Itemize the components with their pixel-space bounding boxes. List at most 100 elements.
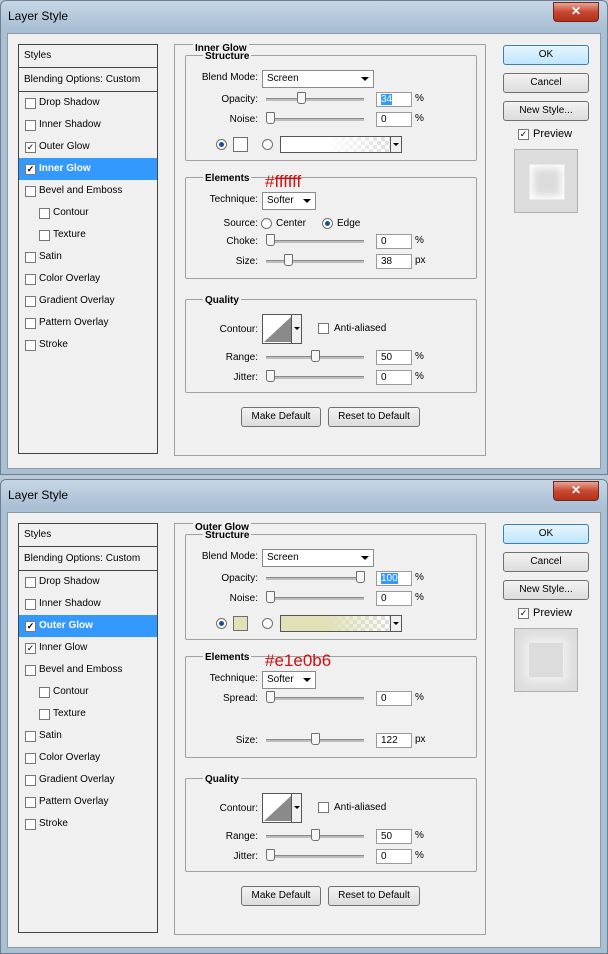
style-item-pattern-overlay[interactable]: Pattern Overlay (19, 791, 157, 813)
style-checkbox[interactable] (39, 709, 50, 720)
glow-color-swatch[interactable] (233, 137, 248, 152)
noise-input[interactable]: 0 (376, 591, 412, 606)
style-item-inner-shadow[interactable]: Inner Shadow (19, 593, 157, 615)
blend-mode-dropdown[interactable]: Screen (262, 70, 374, 88)
chevron-down-icon[interactable] (390, 137, 401, 152)
chevron-down-icon[interactable] (390, 616, 401, 631)
styles-header[interactable]: Styles (19, 45, 157, 68)
chevron-down-icon[interactable] (291, 794, 301, 822)
blending-options[interactable]: Blending Options: Custom (19, 69, 157, 92)
style-item-satin[interactable]: Satin (19, 725, 157, 747)
style-checkbox[interactable] (25, 599, 36, 610)
new-style-button[interactable]: New Style... (503, 101, 589, 121)
slider-thumb[interactable] (311, 829, 320, 841)
choke-spread-slider[interactable] (266, 691, 364, 704)
preview-checkbox[interactable]: ✓ (518, 129, 529, 140)
jitter-input[interactable]: 0 (376, 370, 412, 385)
slider-thumb[interactable] (297, 92, 306, 104)
opacity-slider[interactable] (266, 571, 365, 584)
opacity-slider[interactable] (266, 92, 364, 105)
jitter-slider[interactable] (266, 849, 364, 862)
style-checkbox[interactable]: ✓ (25, 621, 36, 632)
style-item-texture[interactable]: Texture (19, 703, 157, 725)
size-input[interactable]: 38 (376, 254, 412, 269)
style-checkbox[interactable] (25, 819, 36, 830)
noise-slider[interactable] (266, 591, 364, 604)
slider-thumb[interactable] (284, 254, 293, 266)
make-default-button[interactable]: Make Default (241, 886, 321, 906)
slider-thumb[interactable] (266, 591, 275, 603)
style-checkbox[interactable] (25, 186, 36, 197)
choke-spread-input[interactable]: 0 (376, 234, 412, 249)
styles-header[interactable]: Styles (19, 524, 157, 547)
technique-dropdown[interactable]: Softer (262, 671, 316, 689)
source-edge-radio[interactable] (322, 218, 333, 229)
opacity-input[interactable]: 100 (376, 571, 412, 586)
style-item-contour[interactable]: Contour (19, 202, 157, 224)
style-checkbox[interactable]: ✓ (25, 142, 36, 153)
style-item-outer-glow[interactable]: ✓ Outer Glow (19, 136, 157, 158)
style-checkbox[interactable] (25, 120, 36, 131)
style-checkbox[interactable] (25, 797, 36, 808)
style-item-bevel-and-emboss[interactable]: Bevel and Emboss (19, 180, 157, 202)
contour-picker[interactable] (262, 314, 302, 344)
slider-thumb[interactable] (311, 733, 320, 745)
size-slider[interactable] (266, 733, 364, 746)
noise-input[interactable]: 0 (376, 112, 412, 127)
gradient-picker[interactable] (280, 136, 402, 153)
range-slider[interactable] (266, 350, 364, 363)
style-checkbox[interactable] (25, 340, 36, 351)
style-checkbox[interactable] (25, 731, 36, 742)
style-item-color-overlay[interactable]: Color Overlay (19, 747, 157, 769)
style-item-drop-shadow[interactable]: Drop Shadow (19, 571, 157, 593)
preview-checkbox[interactable]: ✓ (518, 608, 529, 619)
ok-button[interactable]: OK (503, 524, 589, 544)
contour-picker[interactable] (262, 793, 302, 823)
choke-spread-slider[interactable] (266, 234, 364, 247)
style-checkbox[interactable] (25, 98, 36, 109)
blending-options[interactable]: Blending Options: Custom (19, 548, 157, 571)
gradient-radio[interactable] (262, 618, 273, 629)
range-input[interactable]: 50 (376, 350, 412, 365)
style-checkbox[interactable] (25, 577, 36, 588)
reset-to-default-button[interactable]: Reset to Default (328, 407, 420, 427)
style-item-gradient-overlay[interactable]: Gradient Overlay (19, 769, 157, 791)
close-button[interactable]: ✕ (553, 481, 599, 501)
style-checkbox[interactable] (39, 230, 50, 241)
blend-mode-dropdown[interactable]: Screen (262, 549, 374, 567)
jitter-slider[interactable] (266, 370, 364, 383)
style-item-contour[interactable]: Contour (19, 681, 157, 703)
size-slider[interactable] (266, 254, 364, 267)
slider-thumb[interactable] (311, 350, 320, 362)
style-item-gradient-overlay[interactable]: Gradient Overlay (19, 290, 157, 312)
slider-thumb[interactable] (266, 370, 275, 382)
style-checkbox[interactable] (39, 208, 50, 219)
style-checkbox[interactable] (25, 753, 36, 764)
slider-thumb[interactable] (356, 571, 365, 583)
style-item-pattern-overlay[interactable]: Pattern Overlay (19, 312, 157, 334)
style-item-outer-glow[interactable]: ✓ Outer Glow (19, 615, 157, 637)
anti-aliased-checkbox[interactable] (318, 802, 329, 813)
style-item-texture[interactable]: Texture (19, 224, 157, 246)
style-item-satin[interactable]: Satin (19, 246, 157, 268)
range-input[interactable]: 50 (376, 829, 412, 844)
gradient-picker[interactable] (280, 615, 402, 632)
range-slider[interactable] (266, 829, 364, 842)
solid-color-radio[interactable] (216, 618, 227, 629)
slider-thumb[interactable] (266, 849, 275, 861)
style-item-inner-glow[interactable]: ✓ Inner Glow (19, 637, 157, 659)
make-default-button[interactable]: Make Default (241, 407, 321, 427)
style-item-stroke[interactable]: Stroke (19, 334, 157, 356)
new-style-button[interactable]: New Style... (503, 580, 589, 600)
slider-thumb[interactable] (266, 691, 275, 703)
style-checkbox[interactable] (25, 318, 36, 329)
slider-thumb[interactable] (266, 234, 275, 246)
source-center-radio[interactable] (261, 218, 272, 229)
style-item-drop-shadow[interactable]: Drop Shadow (19, 92, 157, 114)
opacity-input[interactable]: 34 (376, 92, 412, 107)
slider-thumb[interactable] (266, 112, 275, 124)
style-item-inner-shadow[interactable]: Inner Shadow (19, 114, 157, 136)
gradient-radio[interactable] (262, 139, 273, 150)
jitter-input[interactable]: 0 (376, 849, 412, 864)
noise-slider[interactable] (266, 112, 364, 125)
